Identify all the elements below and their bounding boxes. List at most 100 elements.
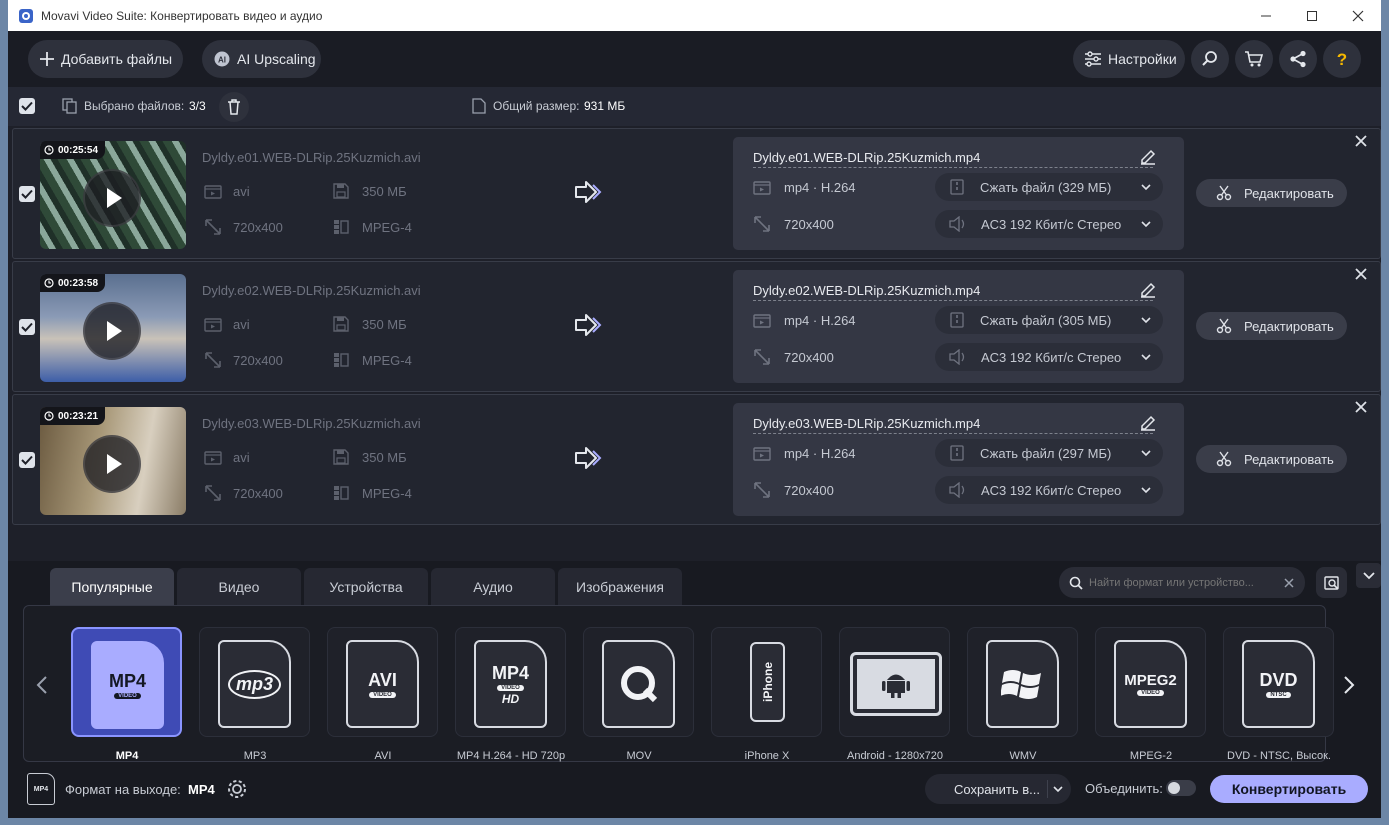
play-button[interactable] <box>83 302 141 360</box>
format-card[interactable]: iPhone <box>711 627 822 737</box>
tab-devices[interactable]: Устройства <box>304 568 428 605</box>
share-icon <box>1290 50 1306 68</box>
remove-file-icon[interactable] <box>1355 268 1367 280</box>
play-button[interactable] <box>83 435 141 493</box>
video-thumbnail[interactable]: 00:23:21 <box>40 407 186 515</box>
select-all-checkbox[interactable] <box>19 98 35 114</box>
format-card-label: MP4 <box>115 750 139 762</box>
source-size: 350 МБ <box>362 450 407 465</box>
chevron-left-icon[interactable] <box>36 676 48 694</box>
gear-icon[interactable] <box>226 778 248 800</box>
convert-button[interactable]: Конвертировать <box>1210 775 1368 803</box>
format-doc-icon: DVD NTSC <box>1242 640 1315 728</box>
format-card[interactable]: MP4 VIDEO <box>71 627 182 737</box>
file-checkbox[interactable] <box>19 452 35 468</box>
output-filename[interactable]: Dyldy.e01.WEB-DLRip.25Kuzmich.mp4 <box>753 150 1153 168</box>
tab-images[interactable]: Изображения <box>558 568 682 605</box>
ai-upscaling-button[interactable]: AI AI Upscaling <box>202 40 321 78</box>
file-checkbox[interactable] <box>19 319 35 335</box>
divider <box>1047 780 1048 798</box>
audio-dropdown[interactable]: AC3 192 Кбит/с Стерео <box>935 210 1163 238</box>
format-card[interactable]: AVI VIDEO <box>327 627 438 737</box>
checkmark-icon <box>21 455 33 465</box>
format-card-label: MP3 <box>243 750 267 762</box>
format-card-label: MP4 H.264 - HD 720p <box>456 750 566 762</box>
format-card[interactable] <box>583 627 694 737</box>
format-card[interactable]: MPEG2 VIDEO <box>1095 627 1206 737</box>
format-card[interactable]: DVD NTSC <box>1223 627 1334 737</box>
resolution-icon <box>754 349 770 365</box>
format-card[interactable]: MP4 VIDEO HD <box>455 627 566 737</box>
compress-dropdown[interactable]: Сжать файл (329 МБ) <box>935 173 1163 201</box>
chevron-right-icon[interactable] <box>1343 676 1355 694</box>
format-card-label: DVD - NTSC, Высок. <box>1227 750 1331 762</box>
compress-dropdown[interactable]: Сжать файл (305 МБ) <box>935 306 1163 334</box>
codec-icon <box>334 353 349 367</box>
device-detect-button[interactable] <box>1316 567 1347 598</box>
merge-label: Объединить: <box>1085 781 1163 796</box>
audio-label: AC3 192 Кбит/с Стерео <box>981 483 1122 498</box>
audio-dropdown[interactable]: AC3 192 Кбит/с Стерео <box>935 343 1163 371</box>
add-files-label: Добавить файлы <box>61 51 173 67</box>
tab-video[interactable]: Видео <box>177 568 301 605</box>
audio-label: AC3 192 Кбит/с Стерео <box>981 217 1122 232</box>
format-card-label: MOV <box>626 750 652 762</box>
tab-audio[interactable]: Аудио <box>431 568 555 605</box>
source-filename: Dyldy.e03.WEB-DLRip.25Kuzmich.avi <box>202 416 421 431</box>
edit-button[interactable]: Редактировать <box>1196 179 1347 207</box>
format-card-label: iPhone X <box>744 750 790 762</box>
help-button[interactable]: ? <box>1323 40 1361 78</box>
save-to-dropdown[interactable]: Сохранить в... <box>925 774 1071 804</box>
output-filename[interactable]: Dyldy.e02.WEB-DLRip.25Kuzmich.mp4 <box>753 283 1153 301</box>
format-card[interactable] <box>839 627 950 737</box>
compress-label: Сжать файл (297 МБ) <box>980 446 1112 461</box>
pencil-icon[interactable] <box>1139 413 1157 431</box>
format-search-box[interactable] <box>1059 567 1305 598</box>
clock-icon <box>44 278 54 288</box>
format-search-input[interactable] <box>1089 573 1269 592</box>
audio-dropdown[interactable]: AC3 192 Кбит/с Стерео <box>935 476 1163 504</box>
edit-button[interactable]: Редактировать <box>1196 312 1347 340</box>
merge-toggle[interactable] <box>1166 780 1196 796</box>
source-filename: Dyldy.e02.WEB-DLRip.25Kuzmich.avi <box>202 283 421 298</box>
file-checkbox[interactable] <box>19 186 35 202</box>
output-settings-panel: Dyldy.e01.WEB-DLRip.25Kuzmich.mp4 mp4 · … <box>733 137 1184 250</box>
settings-button[interactable]: Настройки <box>1073 40 1185 78</box>
edit-button[interactable]: Редактировать <box>1196 445 1347 473</box>
duration-badge: 00:23:21 <box>40 407 106 425</box>
collapse-panel-button[interactable] <box>1356 563 1381 588</box>
resolution-icon <box>754 216 770 232</box>
format-card[interactable] <box>967 627 1078 737</box>
video-thumbnail[interactable]: 00:23:58 <box>40 274 186 382</box>
format-doc-icon: mp3 <box>218 640 291 728</box>
remove-file-icon[interactable] <box>1355 135 1367 147</box>
play-button[interactable] <box>83 169 141 227</box>
maximize-button[interactable] <box>1289 0 1335 31</box>
compress-dropdown[interactable]: Сжать файл (297 МБ) <box>935 439 1163 467</box>
tab-popular[interactable]: Популярные <box>50 568 174 605</box>
maximize-icon <box>1307 10 1317 21</box>
share-button[interactable] <box>1279 40 1317 78</box>
delete-button[interactable] <box>219 92 249 122</box>
output-filename[interactable]: Dyldy.e03.WEB-DLRip.25Kuzmich.mp4 <box>753 416 1153 434</box>
compress-file-icon <box>950 312 964 328</box>
store-button[interactable] <box>1235 40 1273 78</box>
output-format-label: Формат на выходе: <box>65 782 181 797</box>
format-card[interactable]: mp3 <box>199 627 310 737</box>
edit-label: Редактировать <box>1244 451 1334 467</box>
format-badge: MP4 <box>491 662 529 683</box>
resolution-icon <box>205 485 221 501</box>
output-format-icon: MP4 <box>27 773 55 805</box>
video-thumbnail[interactable]: 00:25:54 <box>40 141 186 249</box>
format-badge: mp3 <box>227 669 281 699</box>
search-button[interactable] <box>1191 40 1229 78</box>
save-to-label: Сохранить в... <box>954 782 1040 797</box>
edit-label: Редактировать <box>1244 318 1334 334</box>
remove-file-icon[interactable] <box>1355 401 1367 413</box>
pencil-icon[interactable] <box>1139 280 1157 298</box>
minimize-button[interactable] <box>1243 0 1289 31</box>
close-window-button[interactable] <box>1335 0 1381 31</box>
pencil-icon[interactable] <box>1139 147 1157 165</box>
add-files-button[interactable]: Добавить файлы <box>28 40 183 78</box>
clear-icon[interactable] <box>1284 578 1294 588</box>
